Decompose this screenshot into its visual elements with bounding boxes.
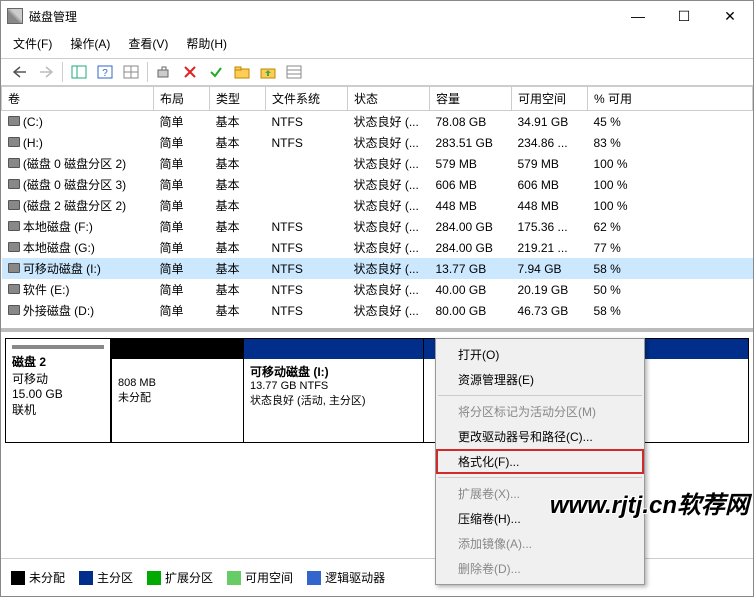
legend-primary-box [79,571,93,585]
volume-icon [8,158,20,168]
col-volume[interactable]: 卷 [2,87,154,111]
table-row[interactable]: 外接磁盘 (D:)简单基本NTFS状态良好 (...80.00 GB46.73 … [2,300,753,321]
partition-state: 未分配 [118,389,237,405]
forward-button[interactable] [34,61,58,83]
legend-ext-box [147,571,161,585]
view-icon[interactable] [67,61,91,83]
partition-size: 13.77 GB NTFS [250,380,417,392]
col-fs[interactable]: 文件系统 [266,87,348,111]
table-row[interactable]: (C:)简单基本NTFS状态良好 (...78.08 GB34.91 GB45 … [2,111,753,133]
ctx-open[interactable]: 打开(O) [436,342,644,367]
close-button[interactable]: ✕ [707,1,753,31]
help-icon[interactable]: ? [93,61,117,83]
ctx-explorer[interactable]: 资源管理器(E) [436,367,644,392]
grid-icon[interactable] [119,61,143,83]
legend-logical-box [307,571,321,585]
ctx-mirror: 添加镜像(A)... [436,531,644,556]
table-row[interactable]: 本地磁盘 (G:)简单基本NTFS状态良好 (...284.00 GB219.2… [2,237,753,258]
title-bar: 磁盘管理 — ☐ ✕ [1,1,753,31]
ctx-mark-active: 将分区标记为活动分区(M) [436,399,644,424]
menu-bar: 文件(F) 操作(A) 查看(V) 帮助(H) [1,31,753,58]
partition-size: 808 MB [118,377,237,389]
volume-icon [8,263,20,273]
partition-primary[interactable]: 可移动磁盘 (I:) 13.77 GB NTFS 状态良好 (活动, 主分区) [243,339,423,442]
table-row[interactable]: 本地磁盘 (F:)简单基本NTFS状态良好 (...284.00 GB175.3… [2,216,753,237]
partition-label: 可移动磁盘 (I:) [250,363,417,380]
col-type[interactable]: 类型 [210,87,266,111]
menu-view[interactable]: 查看(V) [124,33,172,54]
svg-text:?: ? [102,68,108,79]
volume-icon [8,200,20,210]
table-row[interactable]: (磁盘 2 磁盘分区 2)简单基本状态良好 (...448 MB448 MB10… [2,195,753,216]
disk-name: 磁盘 2 [12,353,104,370]
table-row[interactable]: (磁盘 0 磁盘分区 3)简单基本状态良好 (...606 MB606 MB10… [2,174,753,195]
disk-layout-pane: 磁盘 2 可移动 15.00 GB 联机 808 MB 未分配 可移动磁盘 (I… [1,332,753,558]
table-row[interactable]: 软件 (E:)简单基本NTFS状态良好 (...40.00 GB20.19 GB… [2,279,753,300]
partition-unallocated[interactable]: 808 MB 未分配 [111,339,243,442]
menu-help[interactable]: 帮助(H) [182,33,231,54]
window-title: 磁盘管理 [29,8,615,25]
volume-icon [8,221,20,231]
list-icon[interactable] [282,61,306,83]
legend-primary: 主分区 [97,569,133,586]
legend-extended: 扩展分区 [165,569,213,586]
col-status[interactable]: 状态 [348,87,430,111]
folder-up-icon[interactable] [256,61,280,83]
disk-online: 联机 [12,401,104,418]
legend-free-box [227,571,241,585]
maximize-button[interactable]: ☐ [661,1,707,31]
volumes-pane: 卷 布局 类型 文件系统 状态 容量 可用空间 % 可用 (C:)简单基本NTF… [1,86,753,332]
refresh-icon[interactable] [152,61,176,83]
volume-icon [8,284,20,294]
volume-icon [8,179,20,189]
table-row[interactable]: (磁盘 0 磁盘分区 2)简单基本状态良好 (...579 MB579 MB10… [2,153,753,174]
table-row[interactable]: 可移动磁盘 (I:)简单基本NTFS状态良好 (...13.77 GB7.94 … [2,258,753,279]
app-icon [7,8,23,24]
volume-icon [8,242,20,252]
minimize-button[interactable]: — [615,1,661,31]
volume-icon [8,305,20,315]
watermark-text: www.rjtj.cn软荐网 [550,485,749,520]
table-row[interactable]: (H:)简单基本NTFS状态良好 (...283.51 GB234.86 ...… [2,132,753,153]
volume-icon [8,116,20,126]
ctx-change-drive[interactable]: 更改驱动器号和路径(C)... [436,424,644,449]
legend-logical: 逻辑驱动器 [325,569,385,586]
col-free[interactable]: 可用空间 [512,87,588,111]
ctx-format[interactable]: 格式化(F)... [436,449,644,474]
menu-file[interactable]: 文件(F) [9,33,56,54]
toolbar: ? [1,58,753,86]
menu-action[interactable]: 操作(A) [66,33,114,54]
partition-state: 状态良好 (活动, 主分区) [250,392,417,408]
col-percent[interactable]: % 可用 [588,87,753,111]
disk-header[interactable]: 磁盘 2 可移动 15.00 GB 联机 [5,338,111,443]
folder-icon[interactable] [230,61,254,83]
col-capacity[interactable]: 容量 [430,87,512,111]
legend-unalloc-box [11,571,25,585]
volume-icon [8,137,20,147]
legend-unallocated: 未分配 [29,569,65,586]
back-button[interactable] [8,61,32,83]
delete-icon[interactable] [178,61,202,83]
disk-removable: 可移动 [12,370,104,387]
context-menu: 打开(O) 资源管理器(E) 将分区标记为活动分区(M) 更改驱动器号和路径(C… [435,338,645,585]
col-layout[interactable]: 布局 [154,87,210,111]
check-icon[interactable] [204,61,228,83]
legend-free: 可用空间 [245,569,293,586]
ctx-delete: 删除卷(D)... [436,556,644,581]
disk-capacity: 15.00 GB [12,387,104,401]
